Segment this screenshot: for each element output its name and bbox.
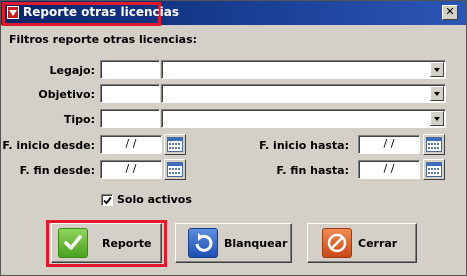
chevron-down-icon[interactable] bbox=[430, 86, 444, 101]
f-fin-desde-label: F. fin desde: bbox=[19, 164, 95, 177]
title-bar[interactable]: Reporte otras licencias ✕ bbox=[1, 1, 466, 26]
f-fin-hasta-calendar-button[interactable] bbox=[423, 159, 445, 180]
report-dialog: Reporte otras licencias ✕ Filtros report… bbox=[0, 0, 467, 276]
close-icon: ✕ bbox=[445, 5, 455, 18]
report-icon bbox=[7, 6, 19, 19]
f-fin-desde-input[interactable]: / / bbox=[100, 160, 162, 179]
objetivo-select[interactable] bbox=[161, 84, 446, 103]
solo-activos-label: Solo activos bbox=[117, 193, 192, 206]
reporte-button-highlight bbox=[46, 220, 167, 267]
f-fin-desde-calendar-button[interactable] bbox=[164, 159, 186, 180]
objetivo-code-input[interactable] bbox=[100, 84, 160, 103]
f-inicio-desde-calendar-button[interactable] bbox=[164, 134, 186, 155]
blanquear-button-label: Blanquear bbox=[224, 237, 288, 250]
blanquear-button[interactable]: Blanquear bbox=[175, 223, 292, 263]
f-inicio-desde-input[interactable]: / / bbox=[100, 135, 162, 154]
cerrar-button-label: Cerrar bbox=[358, 237, 398, 250]
close-button[interactable]: ✕ bbox=[442, 5, 458, 20]
f-inicio-hasta-input[interactable]: / / bbox=[358, 135, 420, 154]
f-inicio-desde-label: F. inicio desde: bbox=[2, 139, 95, 152]
legajo-code-input[interactable] bbox=[100, 60, 160, 79]
legajo-label: Legajo: bbox=[49, 64, 96, 77]
solo-activos-checkbox[interactable] bbox=[101, 194, 113, 206]
objetivo-label: Objetivo: bbox=[38, 88, 95, 101]
window-title: Reporte otras licencias bbox=[23, 5, 179, 19]
f-inicio-hasta-label: F. inicio hasta: bbox=[259, 139, 349, 152]
filters-heading: Filtros reporte otras licencias: bbox=[9, 33, 198, 46]
tipo-select[interactable] bbox=[161, 109, 446, 128]
f-inicio-hasta-calendar-button[interactable] bbox=[423, 134, 445, 155]
chevron-down-icon[interactable] bbox=[430, 62, 444, 77]
chevron-down-icon[interactable] bbox=[430, 111, 444, 126]
tipo-label: Tipo: bbox=[63, 113, 95, 126]
f-fin-hasta-input[interactable]: / / bbox=[358, 160, 420, 179]
cerrar-button[interactable]: Cerrar bbox=[307, 223, 417, 263]
refresh-icon bbox=[188, 228, 218, 258]
legajo-select[interactable] bbox=[161, 60, 446, 79]
tipo-code-input[interactable] bbox=[100, 109, 160, 128]
cancel-icon bbox=[322, 228, 352, 258]
f-fin-hasta-label: F. fin hasta: bbox=[276, 164, 349, 177]
